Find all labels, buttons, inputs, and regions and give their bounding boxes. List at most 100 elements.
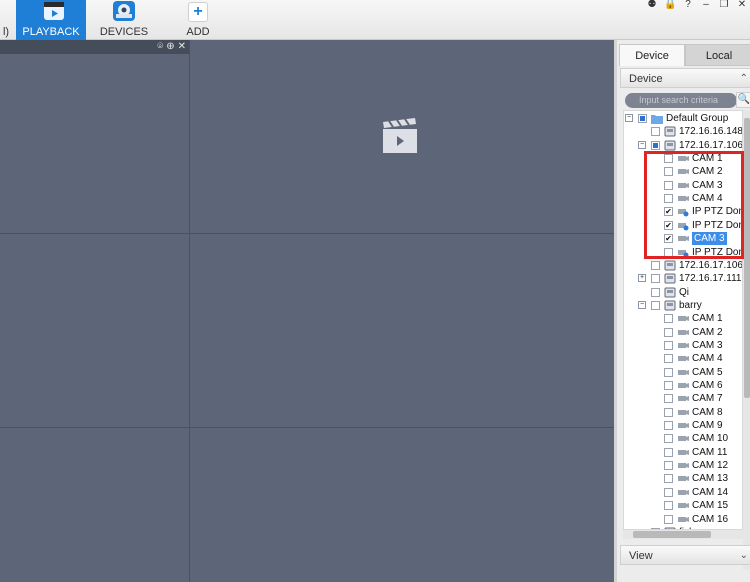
tree-item[interactable]: CAM 5 (624, 366, 742, 379)
tree-checkbox[interactable] (664, 514, 673, 524)
tree-checkbox[interactable] (664, 447, 673, 457)
tree-checkbox[interactable] (664, 327, 673, 337)
minimize-icon[interactable]: – (700, 0, 712, 12)
tree-item[interactable]: CAM 13 (624, 472, 742, 485)
tree-checkbox[interactable] (664, 434, 673, 444)
device-icon (664, 140, 676, 151)
search-input[interactable]: Input search criteria (625, 93, 737, 108)
collapse-icon[interactable]: − (625, 114, 633, 122)
tree-item[interactable]: 172.16.16.148 (624, 125, 742, 138)
tree-item[interactable]: ✔ IP PTZ Dome (624, 205, 742, 218)
tree-item[interactable]: CAM 4 (624, 352, 742, 365)
playback-button[interactable]: PLAYBACK (16, 0, 86, 40)
tree-item-label: IP PTZ Dome (692, 206, 742, 218)
tree-item[interactable]: +172.16.17.111 (624, 272, 742, 285)
tree-checkbox[interactable] (664, 474, 673, 484)
tree-item[interactable]: CAM 9 (624, 419, 742, 432)
collapse-icon[interactable]: − (638, 140, 646, 149)
tree-item[interactable]: 172.16.17.106 (624, 259, 742, 272)
tree-item-label: CAM 3 (692, 232, 727, 246)
tree-item[interactable]: CAM 11 (624, 446, 742, 459)
tree-checkbox[interactable]: ✔ (664, 220, 673, 230)
tree-item[interactable]: CAM 4 (624, 192, 742, 205)
tree-checkbox[interactable] (651, 274, 660, 284)
camera-icon (677, 380, 689, 391)
tree-item[interactable]: CAM 7 (624, 392, 742, 405)
tree-item[interactable]: ✔ IP PTZ Dome (624, 219, 742, 232)
close-icon[interactable]: ✕ (736, 0, 748, 12)
help-icon[interactable]: ? (682, 0, 694, 12)
device-section-header[interactable]: Device ⌃ (620, 68, 750, 88)
tree-item[interactable]: CAM 8 (624, 406, 742, 419)
tree-checkbox[interactable] (664, 194, 673, 204)
tree-item[interactable]: CAM 6 (624, 379, 742, 392)
tree-checkbox[interactable] (664, 421, 673, 431)
tree-checkbox[interactable]: ✔ (664, 234, 673, 244)
tree-checkbox[interactable] (664, 167, 673, 177)
expand-icon[interactable]: + (638, 274, 646, 283)
camera-icon (677, 447, 689, 458)
tree-item[interactable]: CAM 2 (624, 165, 742, 178)
tab-device[interactable]: Device (619, 44, 685, 66)
tree-checkbox[interactable] (651, 140, 660, 150)
restore-icon[interactable]: ❐ (718, 0, 730, 12)
tree-item[interactable]: − 172.16.17.106 (624, 139, 742, 152)
tree-checkbox[interactable] (664, 154, 673, 164)
tree-checkbox[interactable] (651, 127, 660, 137)
tree-checkbox[interactable] (664, 501, 673, 511)
tree-item[interactable]: CAM 1 (624, 312, 742, 325)
tree-checkbox[interactable] (664, 314, 673, 324)
horizontal-scrollbar[interactable] (623, 530, 743, 539)
tree-item[interactable]: Qi (624, 286, 742, 299)
camera-icon (677, 500, 689, 511)
tree-item-label: Default Group (666, 113, 729, 124)
tree-checkbox[interactable] (664, 247, 673, 257)
view-section-header[interactable]: View ⌄ (620, 545, 750, 565)
snapshot-icon[interactable]: ⌾ (157, 41, 163, 52)
tree-checkbox[interactable] (651, 287, 660, 297)
zoom-icon[interactable]: ⊕ (166, 41, 174, 52)
tree-item-label: CAM 4 (692, 193, 723, 205)
tree-checkbox[interactable] (651, 260, 660, 270)
tree-checkbox[interactable] (664, 394, 673, 404)
tree-checkbox[interactable] (664, 407, 673, 417)
tree-item-label: CAM 5 (692, 366, 723, 378)
tree-item[interactable]: CAM 2 (624, 326, 742, 339)
camera-icon (677, 473, 689, 484)
tree-item[interactable]: CAM 15 (624, 499, 742, 512)
tree-checkbox[interactable] (664, 381, 673, 390)
tree-item[interactable]: CAM 10 (624, 432, 742, 445)
tree-checkbox[interactable] (638, 114, 647, 123)
lock-icon[interactable]: 🔒 (664, 0, 676, 12)
tree-checkbox[interactable] (664, 340, 673, 350)
tree-checkbox[interactable] (664, 461, 673, 471)
tree-checkbox[interactable]: ✔ (664, 207, 673, 217)
tab-local[interactable]: Local (685, 44, 750, 66)
scroll-thumb[interactable] (744, 118, 750, 398)
tree-item[interactable]: − barry (624, 299, 742, 312)
tree-checkbox[interactable] (664, 180, 673, 190)
tree-item[interactable]: CAM 3 (624, 179, 742, 192)
tree-item[interactable]: CAM 1 (624, 152, 742, 165)
tree-item[interactable]: IP PTZ Dome (624, 246, 742, 259)
add-button[interactable]: + ADD (168, 0, 228, 40)
tree-item[interactable]: CAM 14 (624, 486, 742, 499)
tree-checkbox[interactable] (664, 487, 673, 497)
tree-item[interactable]: ✔ CAM 3 (624, 232, 742, 246)
scroll-thumb[interactable] (633, 531, 711, 538)
tree-checkbox[interactable] (664, 354, 673, 364)
collapse-icon[interactable]: − (638, 300, 646, 309)
tree-item[interactable]: − Default Group (624, 112, 742, 125)
vertical-scrollbar[interactable] (743, 110, 750, 570)
tree-item[interactable]: CAM 16 (624, 513, 742, 526)
tree-checkbox[interactable] (664, 367, 673, 377)
devices-button[interactable]: DEVICES (90, 0, 158, 40)
close-pane-icon[interactable]: ✕ (178, 41, 186, 52)
search-icon[interactable]: 🔍 (736, 92, 750, 108)
tree-item[interactable]: CAM 3 (624, 339, 742, 352)
tree-checkbox[interactable] (651, 300, 660, 310)
user-icon[interactable]: ⚉ (646, 0, 658, 12)
camera-icon (677, 407, 689, 418)
toolbar-partial-item[interactable]: l) (0, 0, 12, 40)
tree-item[interactable]: CAM 12 (624, 459, 742, 472)
